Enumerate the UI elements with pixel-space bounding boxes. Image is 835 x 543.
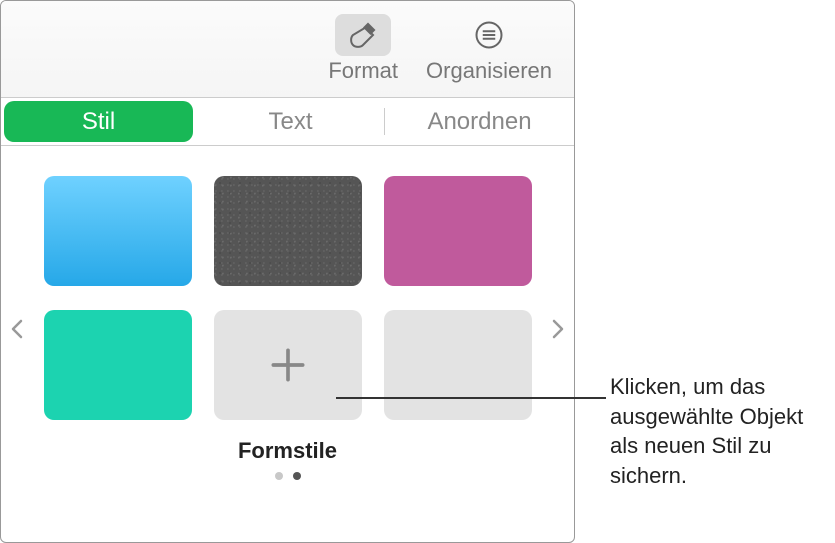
format-sidebar-panel: Format Organisieren Stil Text Anordnen <box>0 0 575 543</box>
callout-leader-line <box>336 397 606 399</box>
tab-text[interactable]: Text <box>196 98 385 145</box>
tab-arrange[interactable]: Anordnen <box>385 98 574 145</box>
add-style-button[interactable] <box>214 310 362 420</box>
shape-styles-label: Formstile <box>31 438 544 464</box>
organize-toolbar-button[interactable]: Organisieren <box>416 10 562 88</box>
plus-icon <box>266 343 310 387</box>
tab-arrange-label: Anordnen <box>427 108 531 136</box>
tab-text-label: Text <box>268 108 312 136</box>
page-dot-2[interactable] <box>293 472 301 480</box>
format-toolbar-label: Format <box>328 58 398 84</box>
callout-text: Klicken, um das ausgewählte Objekt als n… <box>610 372 825 491</box>
page-dot-1[interactable] <box>275 472 283 480</box>
toolbar: Format Organisieren <box>1 1 574 97</box>
chevron-right-icon <box>550 317 566 341</box>
list-icon-wrap <box>461 14 517 56</box>
style-swatch-teal[interactable] <box>44 310 192 420</box>
paintbrush-icon-wrap <box>335 14 391 56</box>
style-page-indicator <box>31 472 544 480</box>
paintbrush-icon <box>348 20 378 50</box>
style-swatch-gray-texture[interactable] <box>214 176 362 286</box>
shape-style-grid <box>31 176 544 420</box>
style-swatch-blue[interactable] <box>44 176 192 286</box>
style-swatch-empty[interactable] <box>384 310 532 420</box>
tab-style-label: Stil <box>82 108 115 136</box>
format-toolbar-button[interactable]: Format <box>318 10 408 88</box>
tab-style[interactable]: Stil <box>4 101 193 142</box>
style-swatch-magenta[interactable] <box>384 176 532 286</box>
chevron-left-icon <box>9 317 25 341</box>
styles-next-arrow[interactable] <box>550 316 566 348</box>
styles-prev-arrow[interactable] <box>9 316 25 348</box>
shape-styles-area: Formstile <box>1 146 574 490</box>
list-circle-icon <box>474 20 504 50</box>
organize-toolbar-label: Organisieren <box>426 58 552 84</box>
format-tabs: Stil Text Anordnen <box>1 98 574 146</box>
